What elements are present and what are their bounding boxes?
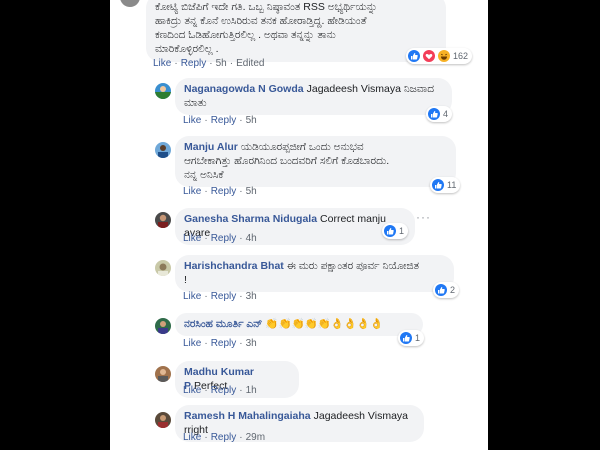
reaction-summary[interactable]: 162 xyxy=(406,48,473,64)
reply-bubble: Harishchandra Bhat ಈ ಮರು ಪಕ್ಷಾಂತರ ಪೂರ್ವ ನ… xyxy=(175,255,454,292)
like-link[interactable]: Like xyxy=(183,186,201,197)
avatar[interactable] xyxy=(155,83,171,99)
avatar[interactable] xyxy=(120,0,140,7)
reaction-summary[interactable]: 4 xyxy=(426,106,453,122)
like-icon xyxy=(428,108,440,120)
reply-link[interactable]: Reply xyxy=(211,186,237,197)
timestamp[interactable]: 5h xyxy=(216,58,227,69)
edited-label[interactable]: Edited xyxy=(236,58,264,69)
avatar[interactable] xyxy=(155,318,171,334)
reaction-count: 11 xyxy=(447,180,457,190)
comment-text-line: ಕಣದಿಂದ ಓಡಿಹೋಗುತ್ತಿರಲಿಲ್ಲ . ಅಥವಾ ತನ್ನನ್ನು… xyxy=(155,29,336,41)
timestamp[interactable]: 5h xyxy=(246,186,257,197)
avatar[interactable] xyxy=(155,212,171,228)
reply-text: 👏👏👏👏👏👌👌👌👌 xyxy=(265,318,384,330)
reaction-summary[interactable]: 11 xyxy=(430,177,461,193)
reply-link[interactable]: Reply xyxy=(211,115,237,126)
author-link[interactable]: Naganagowda N Gowda xyxy=(184,83,304,95)
reaction-count: 4 xyxy=(443,109,449,119)
reply-link[interactable]: Reply xyxy=(211,291,237,302)
reply-link[interactable]: Reply xyxy=(211,338,237,349)
avatar[interactable] xyxy=(155,142,171,158)
comment-bubble: ಕೋಟ್ಯಿ ಬಿಜೆಪಿಗೆ ಇದೇ ಗತಿ. ಒಬ್ಬ ನಿಷ್ಠಾವಂತ … xyxy=(146,0,446,62)
reply-actions: Like · Reply · 3h xyxy=(183,338,257,349)
reply-actions: Like · Reply · 29m xyxy=(183,432,266,443)
reply-text: ಈ ಮರು ಪಕ್ಷಾಂತರ ಪೂರ್ವ ನಿಯೋಜಿತ xyxy=(286,260,420,272)
comment-text-line: ಕೋಟ್ಯಿ ಬಿಜೆಪಿಗೆ ಇದೇ ಗತಿ. ಒಬ್ಬ ನಿಷ್ಠಾವಂತ … xyxy=(155,1,378,13)
like-link[interactable]: Like xyxy=(183,291,201,302)
timestamp[interactable]: 29m xyxy=(246,432,265,443)
like-icon xyxy=(432,179,444,191)
more-options-icon[interactable]: ··· xyxy=(416,210,431,224)
comments-panel: ಕೋಟ್ಯಿ ಬಿಜೆಪಿಗೆ ಇದೇ ಗತಿ. ಒಬ್ಬ ನಿಷ್ಠಾವಂತ … xyxy=(110,0,488,450)
reply-link[interactable]: Reply xyxy=(211,432,237,443)
reply-link[interactable]: Reply xyxy=(211,385,237,396)
like-icon xyxy=(435,284,447,296)
reaction-summary[interactable]: 1 xyxy=(382,223,409,239)
comment-actions: Like · Reply · 5h · Edited xyxy=(153,58,265,69)
like-icon xyxy=(400,332,412,344)
reply-text: ಆಗಬೇಕಾಗಿತ್ತು ಹೊರಗಿನಿಂದ ಬಂದವರಿಗೆ ಸಲಿಗೆ ಕೊ… xyxy=(184,155,390,167)
reply-link[interactable]: Reply xyxy=(211,233,237,244)
reaction-summary[interactable]: 1 xyxy=(398,330,425,346)
reply-text: ಯಡಿಯೂರಪ್ಪಜೀಗೆ ಒಂದು ಅನುಭವ xyxy=(240,141,364,153)
author-link[interactable]: Ramesh H Mahalingaiaha xyxy=(184,410,311,422)
comment-text-line: ಮಾರಿಕೊಳ್ಳಿರಲಿಲ್ಲ . xyxy=(155,43,219,55)
reply-link[interactable]: Reply xyxy=(181,58,207,69)
like-link[interactable]: Like xyxy=(183,385,201,396)
reaction-count: 2 xyxy=(450,285,456,295)
reply-bubble: Naganagowda N Gowda Jagadeesh Vismaya ನಿಜ… xyxy=(175,78,452,115)
reply-text: Jagadeesh Vismaya ನಿಜವಾದ xyxy=(306,83,435,95)
like-icon xyxy=(408,50,420,62)
reply-bubble: ನರಸಿಂಹ ಮೂರ್ತಿ ಎನ್ 👏👏👏👏👏👌👌👌👌 xyxy=(175,313,423,336)
comment-text-line: ಹಾಕಿದ್ರು ತನ್ನ ಕೊನೆ ಉಸಿರಿರುವ ತನಕ ಹೋರಾಡ್ತಿ… xyxy=(155,15,367,27)
love-icon xyxy=(423,50,435,62)
reply-text: ! xyxy=(184,274,187,286)
reply-actions: Like · Reply · 5h xyxy=(183,115,257,126)
timestamp[interactable]: 1h xyxy=(246,385,257,396)
reaction-summary[interactable]: 2 xyxy=(433,282,460,298)
reaction-count: 162 xyxy=(453,51,469,61)
reply-text: ನನ್ನ ಅನಿಸಿಕೆ xyxy=(184,169,224,181)
author-link[interactable]: Manju Alur xyxy=(184,141,238,153)
author-link[interactable]: Ganesha Sharma Nidugala xyxy=(184,213,317,225)
reaction-count: 1 xyxy=(415,333,421,343)
reply-text: ಮಾತು xyxy=(184,97,207,109)
reply-actions: Like · Reply · 1h xyxy=(183,385,257,396)
author-link[interactable]: Harishchandra Bhat xyxy=(184,260,284,272)
like-link[interactable]: Like xyxy=(183,338,201,349)
reply-actions: Like · Reply · 4h xyxy=(183,233,257,244)
reply-bubble: Manju Alur ಯಡಿಯೂರಪ್ಪಜೀಗೆ ಒಂದು ಅನುಭವ ಆಗಬೇಕ… xyxy=(175,136,456,187)
avatar[interactable] xyxy=(155,412,171,428)
avatar[interactable] xyxy=(155,366,171,382)
like-link[interactable]: Like xyxy=(183,115,201,126)
timestamp[interactable]: 3h xyxy=(246,291,257,302)
like-icon xyxy=(384,225,396,237)
timestamp[interactable]: 4h xyxy=(246,233,257,244)
timestamp[interactable]: 5h xyxy=(246,115,257,126)
reply-actions: Like · Reply · 5h xyxy=(183,186,257,197)
avatar[interactable] xyxy=(155,260,171,276)
like-link[interactable]: Like xyxy=(153,58,171,69)
reaction-count: 1 xyxy=(399,226,405,236)
haha-icon xyxy=(438,50,450,62)
author-link[interactable]: ನರಸಿಂಹ ಮೂರ್ತಿ ಎನ್ xyxy=(184,318,262,330)
timestamp[interactable]: 3h xyxy=(246,338,257,349)
like-link[interactable]: Like xyxy=(183,233,201,244)
like-link[interactable]: Like xyxy=(183,432,201,443)
reply-actions: Like · Reply · 3h xyxy=(183,291,257,302)
